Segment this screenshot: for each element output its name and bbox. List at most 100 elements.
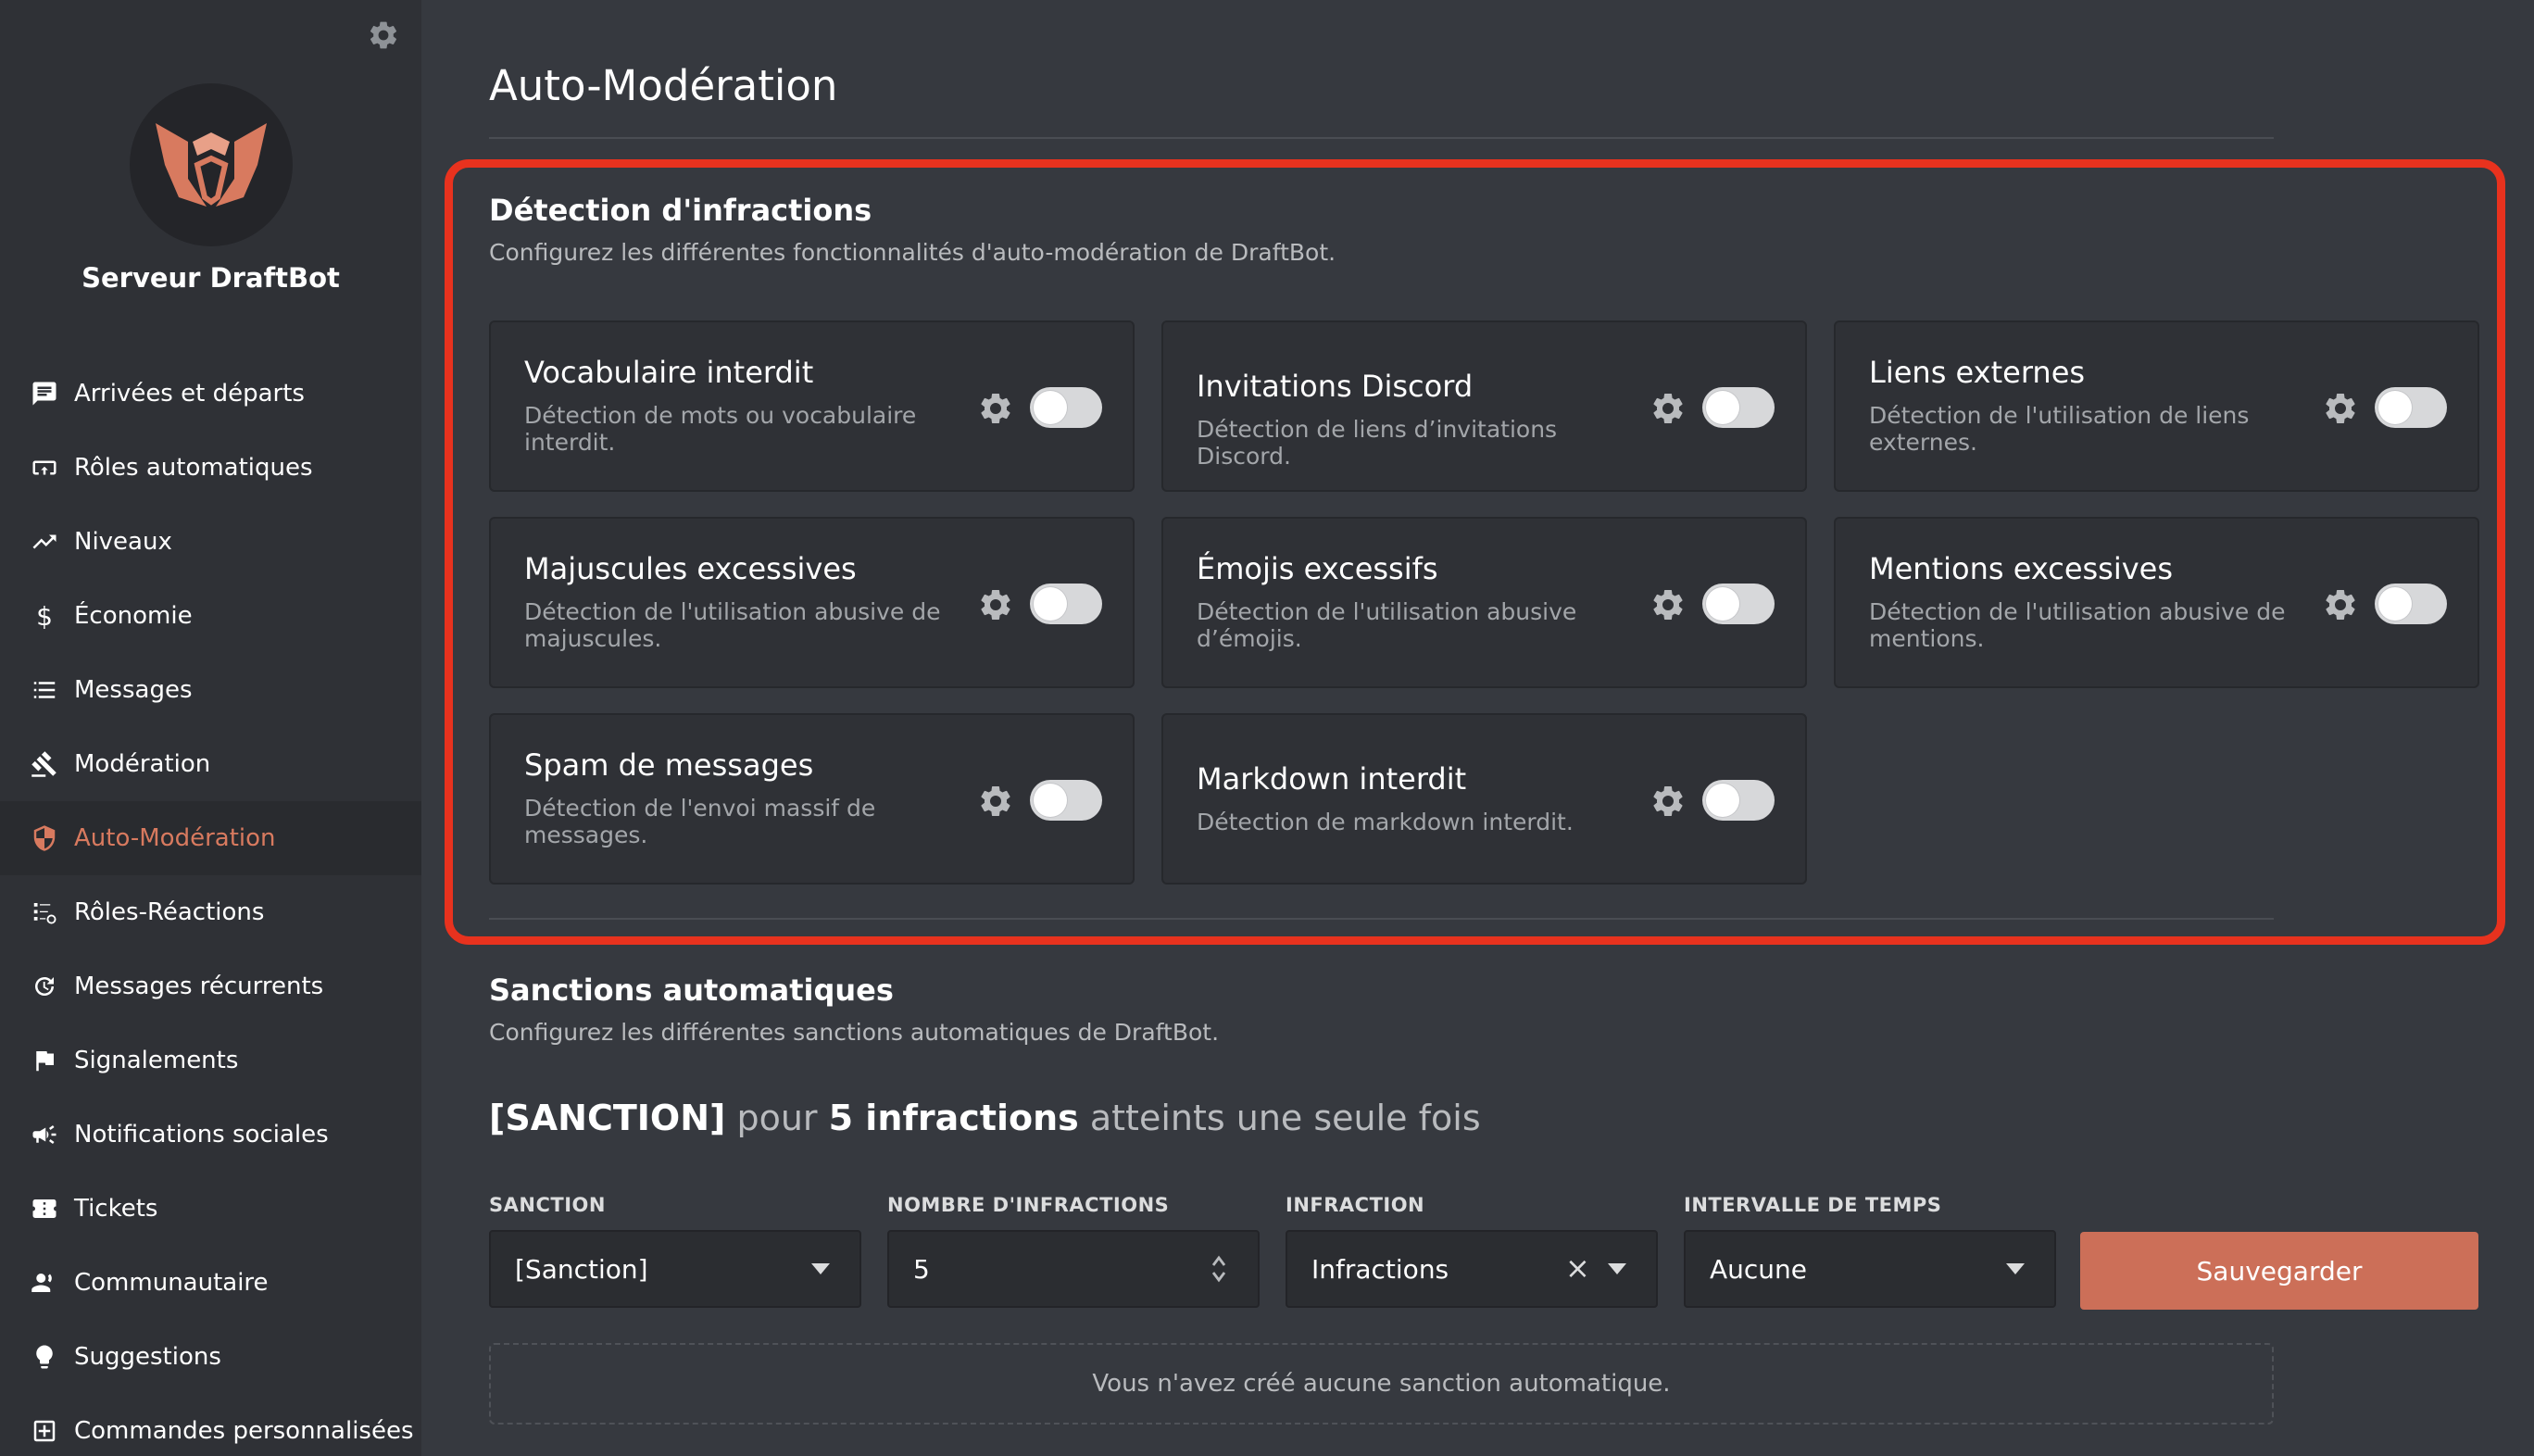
- sidebar-item-messages[interactable]: Messages: [0, 653, 421, 727]
- sidebar-item-suggestions[interactable]: Suggestions: [0, 1320, 421, 1394]
- detection-section-title: Détection d'infractions: [489, 193, 872, 228]
- page-title: Auto-Modération: [489, 61, 838, 110]
- settings-gear-icon[interactable]: [977, 783, 1014, 820]
- server-settings-gear-icon[interactable]: [367, 19, 400, 52]
- sidebar-item-niveaux[interactable]: Niveaux: [0, 505, 421, 579]
- sidebar-nav: Arrivées et départs Rôles automatiques N…: [0, 357, 421, 1456]
- module-toggle[interactable]: [2375, 387, 2447, 428]
- card-description: Détection de l'utilisation abusive de me…: [1869, 598, 2286, 652]
- settings-gear-icon[interactable]: [977, 390, 1014, 427]
- sanctions-section-subtitle: Configurez les différentes sanctions aut…: [489, 1019, 1220, 1046]
- card-description: Détection de liens d’invitations Discord…: [1197, 416, 1558, 470]
- chevron-down-icon: [1608, 1263, 1626, 1274]
- card-description: Détection de l'utilisation de liens exte…: [1869, 402, 2250, 456]
- sanction-select[interactable]: [Sanction]: [489, 1230, 861, 1308]
- server-avatar[interactable]: [130, 83, 293, 246]
- sidebar-item-label: Commandes personnalisées: [74, 1417, 414, 1445]
- infraction-label: INFRACTION: [1286, 1194, 1425, 1216]
- card-description: Détection de l'utilisation abusive de ma…: [524, 598, 941, 652]
- settings-gear-icon[interactable]: [1650, 783, 1687, 820]
- chevron-down-icon: [811, 1263, 830, 1274]
- sidebar-item-roles-automatiques[interactable]: Rôles automatiques: [0, 431, 421, 505]
- sidebar-item-economie[interactable]: $ Économie: [0, 579, 421, 653]
- list-icon: [30, 675, 59, 705]
- module-toggle[interactable]: [2375, 584, 2447, 624]
- module-toggle[interactable]: [1030, 584, 1102, 624]
- summary-pour: pour: [725, 1098, 829, 1138]
- toggle-knob: [1034, 391, 1067, 424]
- server-name: Serveur DraftBot: [82, 262, 340, 294]
- interval-select-value: Aucune: [1710, 1253, 1808, 1285]
- settings-gear-icon[interactable]: [2322, 586, 2359, 623]
- users-icon: [30, 1268, 59, 1298]
- settings-gear-icon[interactable]: [2322, 390, 2359, 427]
- clear-icon[interactable]: ×: [1565, 1250, 1590, 1286]
- empty-sanctions-message: Vous n'avez créé aucune sanction automat…: [489, 1343, 2274, 1425]
- card-title: Invitations Discord: [1197, 369, 1474, 404]
- chat-icon: [30, 379, 59, 408]
- toggle-knob: [1034, 784, 1067, 817]
- sidebar-item-moderation[interactable]: Modération: [0, 727, 421, 801]
- sanctions-section-title: Sanctions automatiques: [489, 973, 894, 1008]
- infraction-select[interactable]: Infractions ×: [1286, 1230, 1658, 1308]
- module-toggle[interactable]: [1702, 387, 1775, 428]
- module-toggle[interactable]: [1030, 387, 1102, 428]
- sidebar-item-commandes-personnalisees[interactable]: Commandes personnalisées: [0, 1394, 421, 1456]
- save-button[interactable]: Sauvegarder: [2080, 1232, 2478, 1310]
- toggle-knob: [1706, 784, 1739, 817]
- sanction-summary: [SANCTION] pour 5 infractions atteints u…: [489, 1098, 1481, 1138]
- detection-section-subtitle: Configurez les différentes fonctionnalit…: [489, 239, 1336, 266]
- lightbulb-icon: [30, 1342, 59, 1372]
- ticket-icon: [30, 1194, 59, 1224]
- sidebar-item-label: Économie: [74, 602, 193, 630]
- sidebar-item-auto-moderation[interactable]: Auto-Modération: [0, 801, 421, 875]
- sidebar-item-signalements[interactable]: Signalements: [0, 1023, 421, 1098]
- interval-select[interactable]: Aucune: [1684, 1230, 2056, 1308]
- settings-gear-icon[interactable]: [1650, 390, 1687, 427]
- roles-list-icon: [30, 897, 59, 927]
- stepper-arrows-icon[interactable]: [1210, 1252, 1228, 1292]
- summary-sanction: [SANCTION]: [489, 1098, 726, 1138]
- sidebar-item-label: Signalements: [74, 1047, 239, 1074]
- toggle-knob: [1706, 391, 1739, 424]
- summary-rest: atteints une seule fois: [1078, 1098, 1481, 1138]
- module-toggle[interactable]: [1702, 584, 1775, 624]
- section-divider: [489, 918, 2274, 920]
- sidebar-item-arrivees[interactable]: Arrivées et départs: [0, 357, 421, 431]
- card-title: Spam de messages: [524, 747, 814, 783]
- sidebar-item-label: Suggestions: [74, 1343, 221, 1371]
- sidebar-item-label: Tickets: [74, 1195, 158, 1223]
- gavel-icon: [30, 749, 59, 779]
- sidebar-item-label: Rôles-Réactions: [74, 898, 265, 926]
- card-title: Mentions excessives: [1869, 551, 2174, 586]
- flag-icon: [30, 1046, 59, 1075]
- sidebar-item-label: Messages récurrents: [74, 973, 324, 1000]
- module-toggle[interactable]: [1030, 780, 1102, 821]
- toggle-knob: [1034, 587, 1067, 621]
- summary-count: 5 infractions: [828, 1098, 1079, 1138]
- settings-gear-icon[interactable]: [1650, 586, 1687, 623]
- settings-gear-icon[interactable]: [977, 586, 1014, 623]
- sidebar-item-tickets[interactable]: Tickets: [0, 1172, 421, 1246]
- infraction-count-input[interactable]: 5: [887, 1230, 1260, 1308]
- module-toggle[interactable]: [1702, 780, 1775, 821]
- sidebar-item-messages-recurrents[interactable]: Messages récurrents: [0, 949, 421, 1023]
- draftbot-logo-icon: [156, 123, 267, 207]
- trending-up-icon: [30, 527, 59, 557]
- card-description: Détection de markdown interdit.: [1197, 809, 1574, 835]
- interval-label: INTERVALLE DE TEMPS: [1684, 1194, 1942, 1216]
- module-card-invitations: Invitations Discord Détection de liens d…: [1161, 320, 1807, 492]
- module-card-emojis: Émojis excessifs Détection de l'utilisat…: [1161, 517, 1807, 688]
- card-description: Détection de l'envoi massif de messages.: [524, 795, 876, 848]
- card-title: Vocabulaire interdit: [524, 355, 814, 390]
- sidebar-item-notifications-sociales[interactable]: Notifications sociales: [0, 1098, 421, 1172]
- sanction-select-value: [Sanction]: [515, 1253, 648, 1285]
- chevron-down-icon: [2006, 1263, 2025, 1274]
- card-title: Majuscules excessives: [524, 551, 857, 586]
- card-description: Détection de l'utilisation abusive d’émo…: [1197, 598, 1577, 652]
- sidebar-item-roles-reactions[interactable]: Rôles-Réactions: [0, 875, 421, 949]
- sidebar-item-communautaire[interactable]: Communautaire: [0, 1246, 421, 1320]
- module-card-mentions: Mentions excessives Détection de l'utili…: [1834, 517, 2479, 688]
- title-divider: [489, 137, 2274, 139]
- megaphone-icon: [30, 1120, 59, 1149]
